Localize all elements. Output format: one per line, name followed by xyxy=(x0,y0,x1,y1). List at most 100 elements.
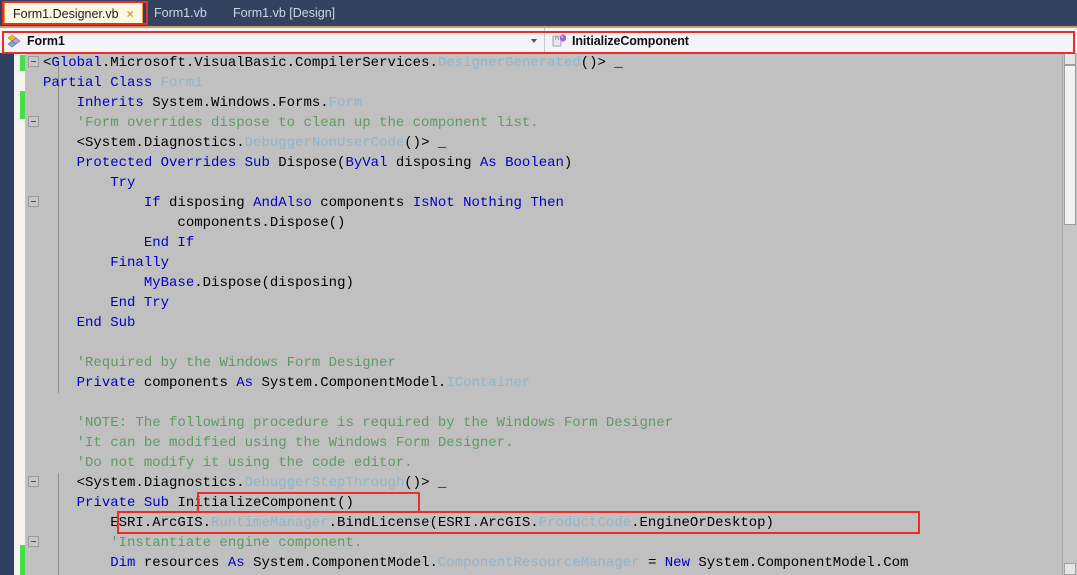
code-line: <Global.Microsoft.VisualBasic.CompilerSe… xyxy=(43,53,1057,73)
code-line: 'Instantiate engine component. xyxy=(43,533,1057,553)
scrollbar-thumb[interactable] xyxy=(1064,65,1076,225)
code-line: Partial Class Form1 xyxy=(43,73,1057,93)
code-token: 'Required by the Windows Form Designer xyxy=(43,355,396,371)
fold-toggle-icon[interactable] xyxy=(28,116,39,127)
vertical-scrollbar[interactable] xyxy=(1062,53,1077,575)
code-token: 'Form overrides dispose to clean up the … xyxy=(43,115,539,131)
code-line: Inherits System.Windows.Forms.Form xyxy=(43,93,1057,113)
code-token: ) xyxy=(563,155,573,171)
code-token: End Sub xyxy=(76,315,136,331)
code-token: ByVal xyxy=(345,155,396,171)
code-token: IsNot Nothing Then xyxy=(412,195,564,211)
code-line: 'NOTE: The following procedure is requir… xyxy=(43,413,1057,433)
code-token: disposing xyxy=(169,195,254,211)
code-token: Inherits xyxy=(76,95,153,111)
editor-outlining-margin[interactable] xyxy=(25,53,59,575)
visual-studio-editor-window: Form1.Designer.vb × Form1.vb Form1.vb [De… xyxy=(0,0,1077,575)
editor-tab-strip: Form1.Designer.vb × Form1.vb Form1.vb [De… xyxy=(0,0,1077,28)
code-token: AndAlso xyxy=(253,195,321,211)
code-token: New xyxy=(664,555,699,571)
code-token: As xyxy=(236,375,262,391)
code-token: IContainer xyxy=(446,375,531,391)
code-token: .Dispose(disposing) xyxy=(194,275,354,291)
code-token: Finally xyxy=(110,255,170,271)
scroll-up-button[interactable] xyxy=(1064,53,1076,65)
code-token: DebuggerNonUserCode xyxy=(244,135,405,151)
code-token: DesignerGenerated xyxy=(437,55,581,71)
code-token: Form xyxy=(328,95,363,111)
code-token: Private xyxy=(76,375,144,391)
code-token: ()> _ xyxy=(404,135,447,151)
tab-close-icon[interactable]: × xyxy=(127,7,134,21)
code-token: Global xyxy=(51,55,102,71)
code-token: .Microsoft.VisualBasic.CompilerServices. xyxy=(101,55,438,71)
code-line: End If xyxy=(43,233,1057,253)
change-bar xyxy=(20,55,25,71)
class-icon xyxy=(6,33,24,49)
code-line: MyBase.Dispose(disposing) xyxy=(43,273,1057,293)
code-line: Private components As System.ComponentMo… xyxy=(43,373,1057,393)
code-line: Finally xyxy=(43,253,1057,273)
code-token: ComponentResourceManager xyxy=(437,555,640,571)
code-token: .EngineOrDesktop) xyxy=(631,515,774,531)
code-token: ()> _ xyxy=(404,475,447,491)
code-line: <System.Diagnostics.DebuggerNonUserCode(… xyxy=(43,133,1057,153)
tab-label: Form1.vb xyxy=(154,6,207,20)
code-line: Dim resources As System.ComponentModel.C… xyxy=(43,553,1057,573)
code-token: Dispose( xyxy=(278,155,346,171)
code-token: <System.Diagnostics. xyxy=(43,475,245,491)
code-token: System.ComponentModel. xyxy=(261,375,447,391)
tab-label: Form1.vb [Design] xyxy=(233,6,336,20)
fold-toggle-icon[interactable] xyxy=(28,536,39,547)
code-line: 'Required by the Windows Form Designer xyxy=(43,353,1057,373)
code-navigation-bar: Form1 InitializeComponent xyxy=(0,28,1077,53)
code-token: <System.Diagnostics. xyxy=(43,135,245,151)
tab-form1-vb-design[interactable]: Form1.vb [Design] xyxy=(225,2,343,24)
code-token: 'It can be modified using the Windows Fo… xyxy=(43,435,514,451)
code-text[interactable]: <Global.Microsoft.VisualBasic.CompilerSe… xyxy=(43,53,1057,575)
code-line: Private Sub InitializeComponent() xyxy=(43,493,1057,513)
code-editor-surface[interactable]: <Global.Microsoft.VisualBasic.CompilerSe… xyxy=(0,53,1077,575)
fold-toggle-icon[interactable] xyxy=(28,56,39,67)
member-selector-dropdown[interactable]: InitializeComponent xyxy=(545,28,1077,53)
tab-form1-vb[interactable]: Form1.vb xyxy=(146,2,215,24)
code-token: End If xyxy=(143,235,195,251)
method-private-icon xyxy=(551,33,569,49)
code-line: ESRI.ArcGIS.RuntimeManager.BindLicense(E… xyxy=(43,513,1057,533)
class-selector-dropdown[interactable]: Form1 xyxy=(0,28,545,53)
tab-form1-designer-vb[interactable]: Form1.Designer.vb × xyxy=(4,2,143,24)
code-line: 'It can be modified using the Windows Fo… xyxy=(43,433,1057,453)
code-line: Protected Overrides Sub Dispose(ByVal di… xyxy=(43,153,1057,173)
code-token: ProductCode xyxy=(538,515,632,531)
code-token: System.ComponentModel.Com xyxy=(698,555,909,571)
chevron-down-icon[interactable] xyxy=(531,38,537,43)
code-token: ()> _ xyxy=(580,55,623,71)
code-token: DebuggerStepThrough xyxy=(244,475,405,491)
code-token: MyBase xyxy=(143,275,195,291)
code-token: RuntimeManager xyxy=(211,515,329,531)
fold-toggle-icon[interactable] xyxy=(28,196,39,207)
code-token: Dim xyxy=(110,555,144,571)
code-line: 'Form overrides dispose to clean up the … xyxy=(43,113,1057,133)
fold-toggle-icon[interactable] xyxy=(28,476,39,487)
code-token: Form1 xyxy=(160,75,203,91)
scroll-down-button[interactable] xyxy=(1064,563,1076,575)
code-line: Try xyxy=(43,173,1057,193)
code-token: components xyxy=(143,375,237,391)
editor-selection-margin[interactable] xyxy=(14,53,25,575)
class-selector-value: Form1 xyxy=(27,33,65,48)
code-token: System.Windows.Forms. xyxy=(152,95,329,111)
change-bar xyxy=(20,91,25,119)
code-token: As Boolean xyxy=(479,155,564,171)
